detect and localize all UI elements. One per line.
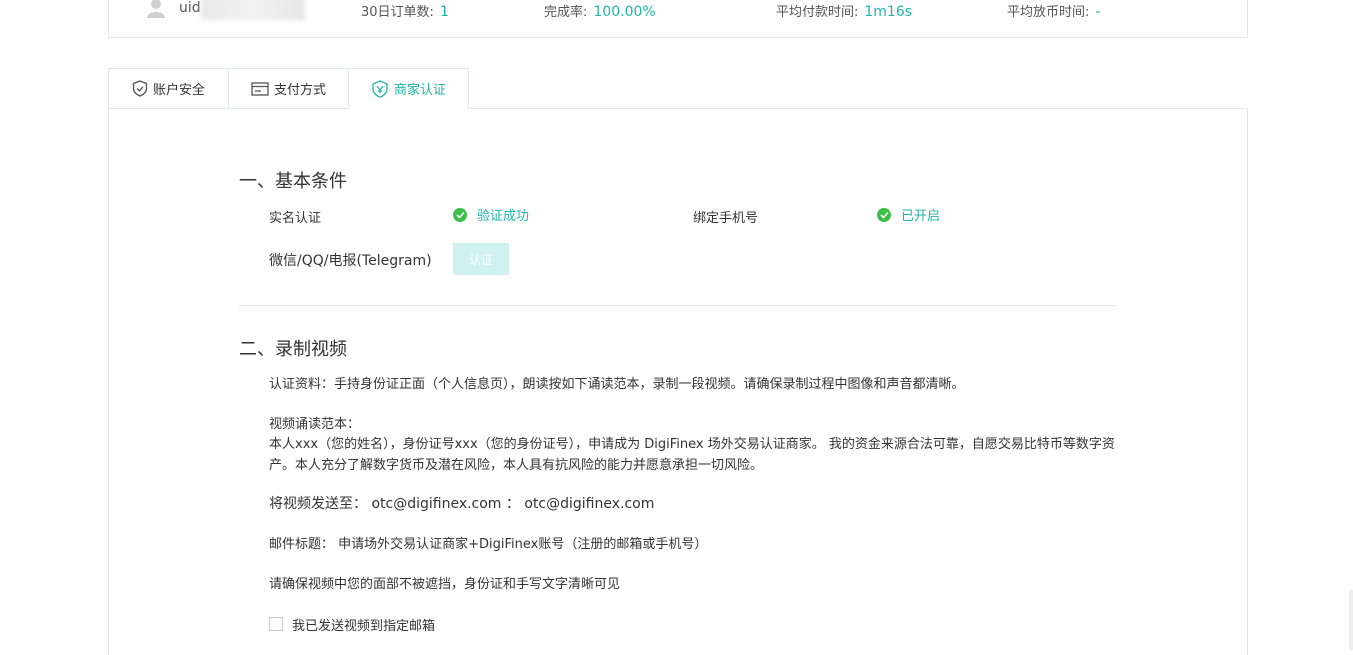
status-text: 已开启: [901, 209, 941, 224]
real-name-status: 验证成功: [453, 205, 529, 224]
uid-label: uid: [179, 0, 201, 16]
stat-label: 30日订单数:: [361, 5, 434, 20]
stat-label: 完成率:: [544, 5, 588, 20]
scrollbar[interactable]: [1349, 590, 1353, 650]
check-circle-icon: [453, 207, 467, 222]
stat-avg-release-time: 平均放币时间: -: [1007, 1, 1100, 20]
send-to-text: 将视频发送至： otc@digifinex.com ： otc@digifine…: [269, 496, 655, 512]
stat-value: 100.00%: [593, 4, 656, 20]
avatar: [147, 0, 165, 18]
stat-orders-30d: 30日订单数: 1: [361, 1, 449, 20]
stat-avg-payment-time: 平均付款时间: 1m16s: [776, 1, 912, 20]
tab-payment-methods[interactable]: 支付方式: [228, 68, 349, 109]
materials-text: 认证资料：手持身份证正面（个人信息页），朗读按如下诵读范本，录制一段视频。请确保…: [269, 377, 965, 392]
uid-value-redacted: [201, 0, 305, 20]
tab-merchant-verification[interactable]: 商家认证: [348, 68, 469, 109]
shield-icon: [132, 80, 148, 97]
settings-tabs: 账户安全 支付方式 商家认证: [108, 68, 469, 109]
video-sent-checkbox-label[interactable]: 我已发送视频到指定邮箱: [292, 615, 435, 634]
phone-binding-label: 绑定手机号: [693, 211, 759, 226]
notice-text: 请确保视频中您的面部不被遮挡，身份证和手写文字清晰可见: [269, 577, 621, 592]
merchant-verification-page: uid 30日订单数: 1 完成率: 100.00% 平均付款时间: 1m16s 平均…: [0, 0, 1353, 655]
card-icon: [251, 81, 269, 96]
stat-label: 平均付款时间:: [776, 5, 859, 20]
section-record-video-title: 二、录制视频: [239, 339, 347, 360]
section-divider: [239, 305, 1117, 306]
stat-value: 1m16s: [864, 4, 913, 20]
template-heading: 视频诵读范本：: [269, 417, 361, 432]
stat-label: 平均放币时间:: [1007, 5, 1090, 20]
tab-label: 账户安全: [152, 83, 205, 98]
template-text: 本人xxx（您的姓名），身份证号xxx（您的身份证号），申请成为 DigiFin…: [269, 437, 1115, 473]
tab-label: 商家认证: [393, 83, 446, 98]
stat-value: -: [1095, 4, 1101, 20]
stat-completion-rate: 完成率: 100.00%: [544, 1, 656, 20]
stat-value: 1: [439, 4, 449, 20]
tab-label: 支付方式: [273, 83, 326, 98]
phone-binding-status: 已开启: [877, 205, 940, 224]
section-basic-conditions-title: 一、基本条件: [239, 171, 347, 192]
real-name-label: 实名认证: [269, 211, 322, 226]
profile-stats-card: uid 30日订单数: 1 完成率: 100.00% 平均付款时间: 1m16s 平均…: [108, 0, 1248, 38]
check-circle-icon: [877, 207, 891, 222]
video-sent-checkbox[interactable]: [269, 617, 283, 631]
merchant-badge-icon: [372, 79, 388, 98]
email-subject-text: 邮件标题： 申请场外交易认证商家+DigiFinex账号（注册的邮箱或手机号）: [269, 537, 708, 552]
verify-social-button[interactable]: 认证: [453, 243, 509, 275]
tab-account-security[interactable]: 账户安全: [108, 68, 229, 109]
social-account-label: 微信/QQ/电报(Telegram): [269, 253, 432, 269]
status-text: 验证成功: [477, 209, 530, 224]
